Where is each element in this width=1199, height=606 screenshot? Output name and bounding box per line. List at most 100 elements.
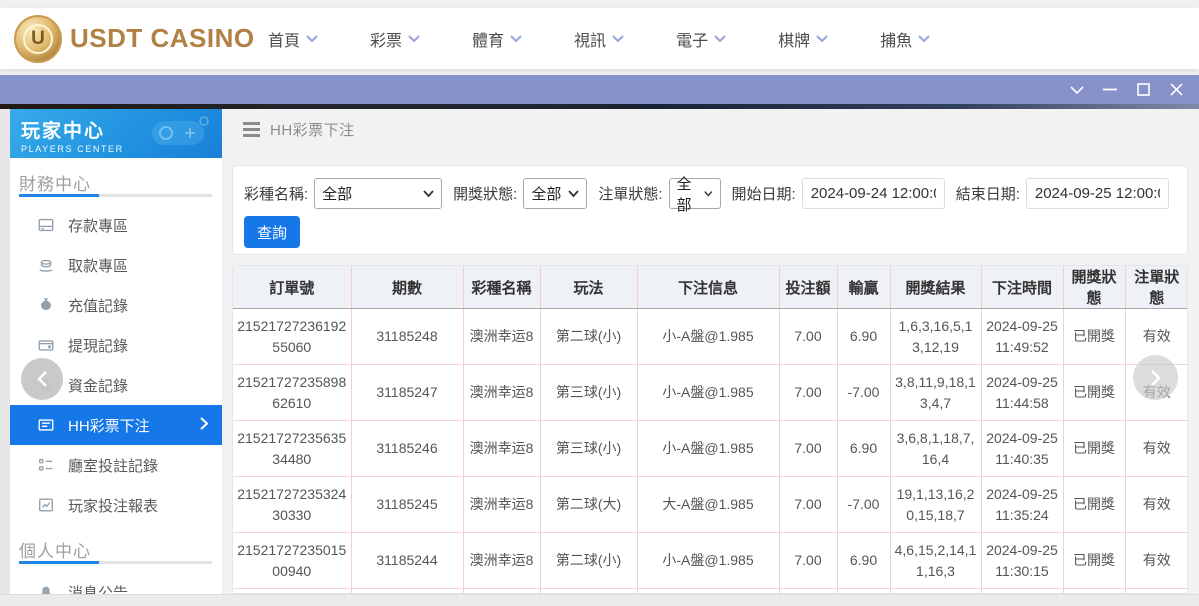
- sidebar-item-label: 玩家投注報表: [68, 497, 159, 515]
- maximize-icon: [1136, 83, 1150, 96]
- sidebar-header: 玩家中心 PLAYERS CENTER: [10, 109, 222, 158]
- nav-item-lottery[interactable]: 彩票: [370, 27, 420, 51]
- table-row: 2152172723532430330 31185245 澳洲幸运8 第二球(大) 大-…: [233, 476, 1187, 533]
- table-cell: 3,8,11,9,18,13,4,7: [890, 364, 982, 421]
- select-value: 全部: [676, 175, 692, 214]
- section-title-personal: 個人中心: [19, 542, 91, 561]
- coin-logo-icon: U: [14, 14, 62, 63]
- filter-lottery-name: 彩種名稱: 全部: [244, 178, 443, 209]
- minimize-icon: [1103, 88, 1117, 91]
- table-cell: 有效: [1125, 532, 1187, 589]
- left-gutter: [0, 109, 10, 594]
- table-cell: 澳洲幸运8: [463, 308, 541, 365]
- table-cell: -7.00: [837, 364, 891, 421]
- end-date-input[interactable]: [1025, 178, 1169, 209]
- chevron-left-icon: [36, 371, 47, 387]
- withdraw-coins-icon: [39, 259, 53, 272]
- table-cell: 第三球(小): [540, 364, 638, 421]
- main-content: HH彩票下注 彩種名稱: 全部 開獎狀態: 全部 注單狀態: 全部 開始日期: …: [222, 109, 1199, 594]
- column-header: 輸贏: [837, 266, 891, 309]
- page-title: HH彩票下注: [270, 122, 355, 139]
- main-menu: 首頁 彩票 體育 視訊 電子 棋牌 捕魚: [268, 8, 930, 69]
- table-cell: 31185248: [351, 308, 464, 365]
- nav-item-slots[interactable]: 電子: [676, 27, 726, 51]
- chevron-down-icon: [816, 35, 828, 42]
- table-cell: -7.00: [837, 476, 891, 533]
- table-cell: 小-A盤@1.985: [637, 364, 780, 421]
- chevron-down-icon: [1070, 85, 1084, 94]
- nav-item-home[interactable]: 首頁: [268, 27, 318, 51]
- sidebar-item-label: 提現記錄: [68, 337, 129, 355]
- table-header: 訂單號 期數 彩種名稱 玩法 下注信息 投注額 輸贏 開獎結果 下注時間 開獎狀態 注單狀態: [233, 266, 1187, 309]
- chevron-right-icon: [1151, 369, 1161, 386]
- start-date-input[interactable]: [801, 178, 945, 209]
- table-cell: 有效: [1125, 476, 1187, 533]
- sidebar-item-announcements[interactable]: 消息公告: [10, 572, 222, 594]
- sidebar-menu-personal: 消息公告: [10, 564, 222, 594]
- sidebar-item-recharge-records[interactable]: 充值記錄: [10, 285, 222, 325]
- table-cell: 有效: [1125, 420, 1187, 477]
- table-cell: 第二球(大): [540, 476, 638, 533]
- table-cell: 19,1,13,16,20,15,18,7: [890, 476, 982, 533]
- report-chart-icon: [39, 498, 53, 512]
- checklist-icon: [39, 458, 53, 471]
- table-cell: 第二球(小): [540, 532, 638, 589]
- titlebar-collapse-button[interactable]: [1068, 81, 1086, 99]
- close-button[interactable]: [1167, 81, 1185, 99]
- table-cell: 2024-09-25 11:40:35: [981, 420, 1064, 477]
- column-header: 彩種名稱: [463, 266, 541, 309]
- sidebar-item-room-bet-records[interactable]: 廳室投註記錄: [10, 445, 222, 485]
- lottery-name-select[interactable]: 全部: [314, 178, 443, 209]
- lottery-ticket-icon: [38, 419, 54, 431]
- nav-item-video[interactable]: 視訊: [574, 27, 624, 51]
- table-cell: 3,6,8,1,18,7,16,4: [890, 420, 982, 477]
- nav-item-fishing[interactable]: 捕魚: [880, 27, 930, 51]
- sidebar-item-label: 資金記錄: [68, 377, 129, 395]
- brand-name: USDT CASINO: [70, 23, 255, 53]
- table-cell: 7.00: [779, 308, 838, 365]
- chevron-down-icon: [408, 35, 420, 42]
- sidebar-collapse-button[interactable]: [21, 358, 63, 400]
- chevron-down-icon: [306, 35, 318, 42]
- column-header: 訂單號: [233, 266, 352, 309]
- chevron-down-icon: [423, 190, 434, 197]
- column-header: 開獎狀態: [1063, 266, 1126, 309]
- sidebar-item-withdraw-area[interactable]: 取款專區: [10, 245, 222, 285]
- table-row: 2152172723501500940 31185244 澳洲幸运8 第二球(小) 小-…: [233, 532, 1187, 589]
- filter-label: 開始日期:: [731, 186, 796, 203]
- order-status-select[interactable]: 全部: [668, 176, 721, 214]
- nav-item-label: 視訊: [574, 32, 607, 50]
- maximize-button[interactable]: [1134, 81, 1152, 99]
- filter-label: 開獎狀態:: [453, 186, 518, 203]
- bottom-scrollbar-track[interactable]: [0, 594, 1199, 606]
- brand-logo[interactable]: U USDT CASINO: [14, 14, 255, 63]
- sidebar-item-label: HH彩票下注: [68, 417, 150, 435]
- table-cell: 7.00: [779, 476, 838, 533]
- nav-item-sports[interactable]: 體育: [472, 27, 522, 51]
- filter-order-status: 注單狀態: 全部: [598, 176, 721, 214]
- sidebar-item-player-bet-report[interactable]: 玩家投注報表: [10, 485, 222, 525]
- sidebar-item-hh-lottery-bets[interactable]: HH彩票下注: [10, 405, 222, 445]
- table-cell: 小-A盤@1.985: [637, 308, 780, 365]
- menu-toggle-icon[interactable]: [243, 122, 260, 137]
- table-cell: 澳洲幸运8: [463, 364, 541, 421]
- table-cell: 已開獎: [1063, 476, 1126, 533]
- wallet-icon: [38, 340, 54, 351]
- close-icon: [1169, 83, 1183, 96]
- sidebar-item-deposit-area[interactable]: 存款專區: [10, 205, 222, 245]
- minimize-button[interactable]: [1101, 81, 1119, 99]
- filter-panel: 彩種名稱: 全部 開獎狀態: 全部 注單狀態: 全部 開始日期: 2024-09…: [232, 165, 1188, 255]
- scroll-right-button[interactable]: [1133, 355, 1178, 400]
- table-cell: 1,6,3,16,5,13,12,19: [890, 308, 982, 365]
- nav-item-cards[interactable]: 棋牌: [778, 27, 828, 51]
- search-button[interactable]: 查詢: [244, 216, 300, 248]
- moneybag-icon: [41, 298, 51, 310]
- table-cell: 7.00: [779, 420, 838, 477]
- nav-item-label: 彩票: [370, 32, 403, 50]
- filter-row: 彩種名稱: 全部 開獎狀態: 全部 注單狀態: 全部 開始日期: 2024-09…: [244, 176, 1176, 214]
- bets-table-panel: 訂單號 期數 彩種名稱 玩法 下注信息 投注額 輸贏 開獎結果 下注時間 開獎狀態 注單狀態 215…: [232, 265, 1188, 594]
- sidebar-item-label: 廳室投註記錄: [68, 457, 159, 475]
- draw-status-select[interactable]: 全部: [523, 178, 588, 209]
- table-cell: 第二球(小): [540, 308, 638, 365]
- chevron-down-icon: [704, 191, 713, 197]
